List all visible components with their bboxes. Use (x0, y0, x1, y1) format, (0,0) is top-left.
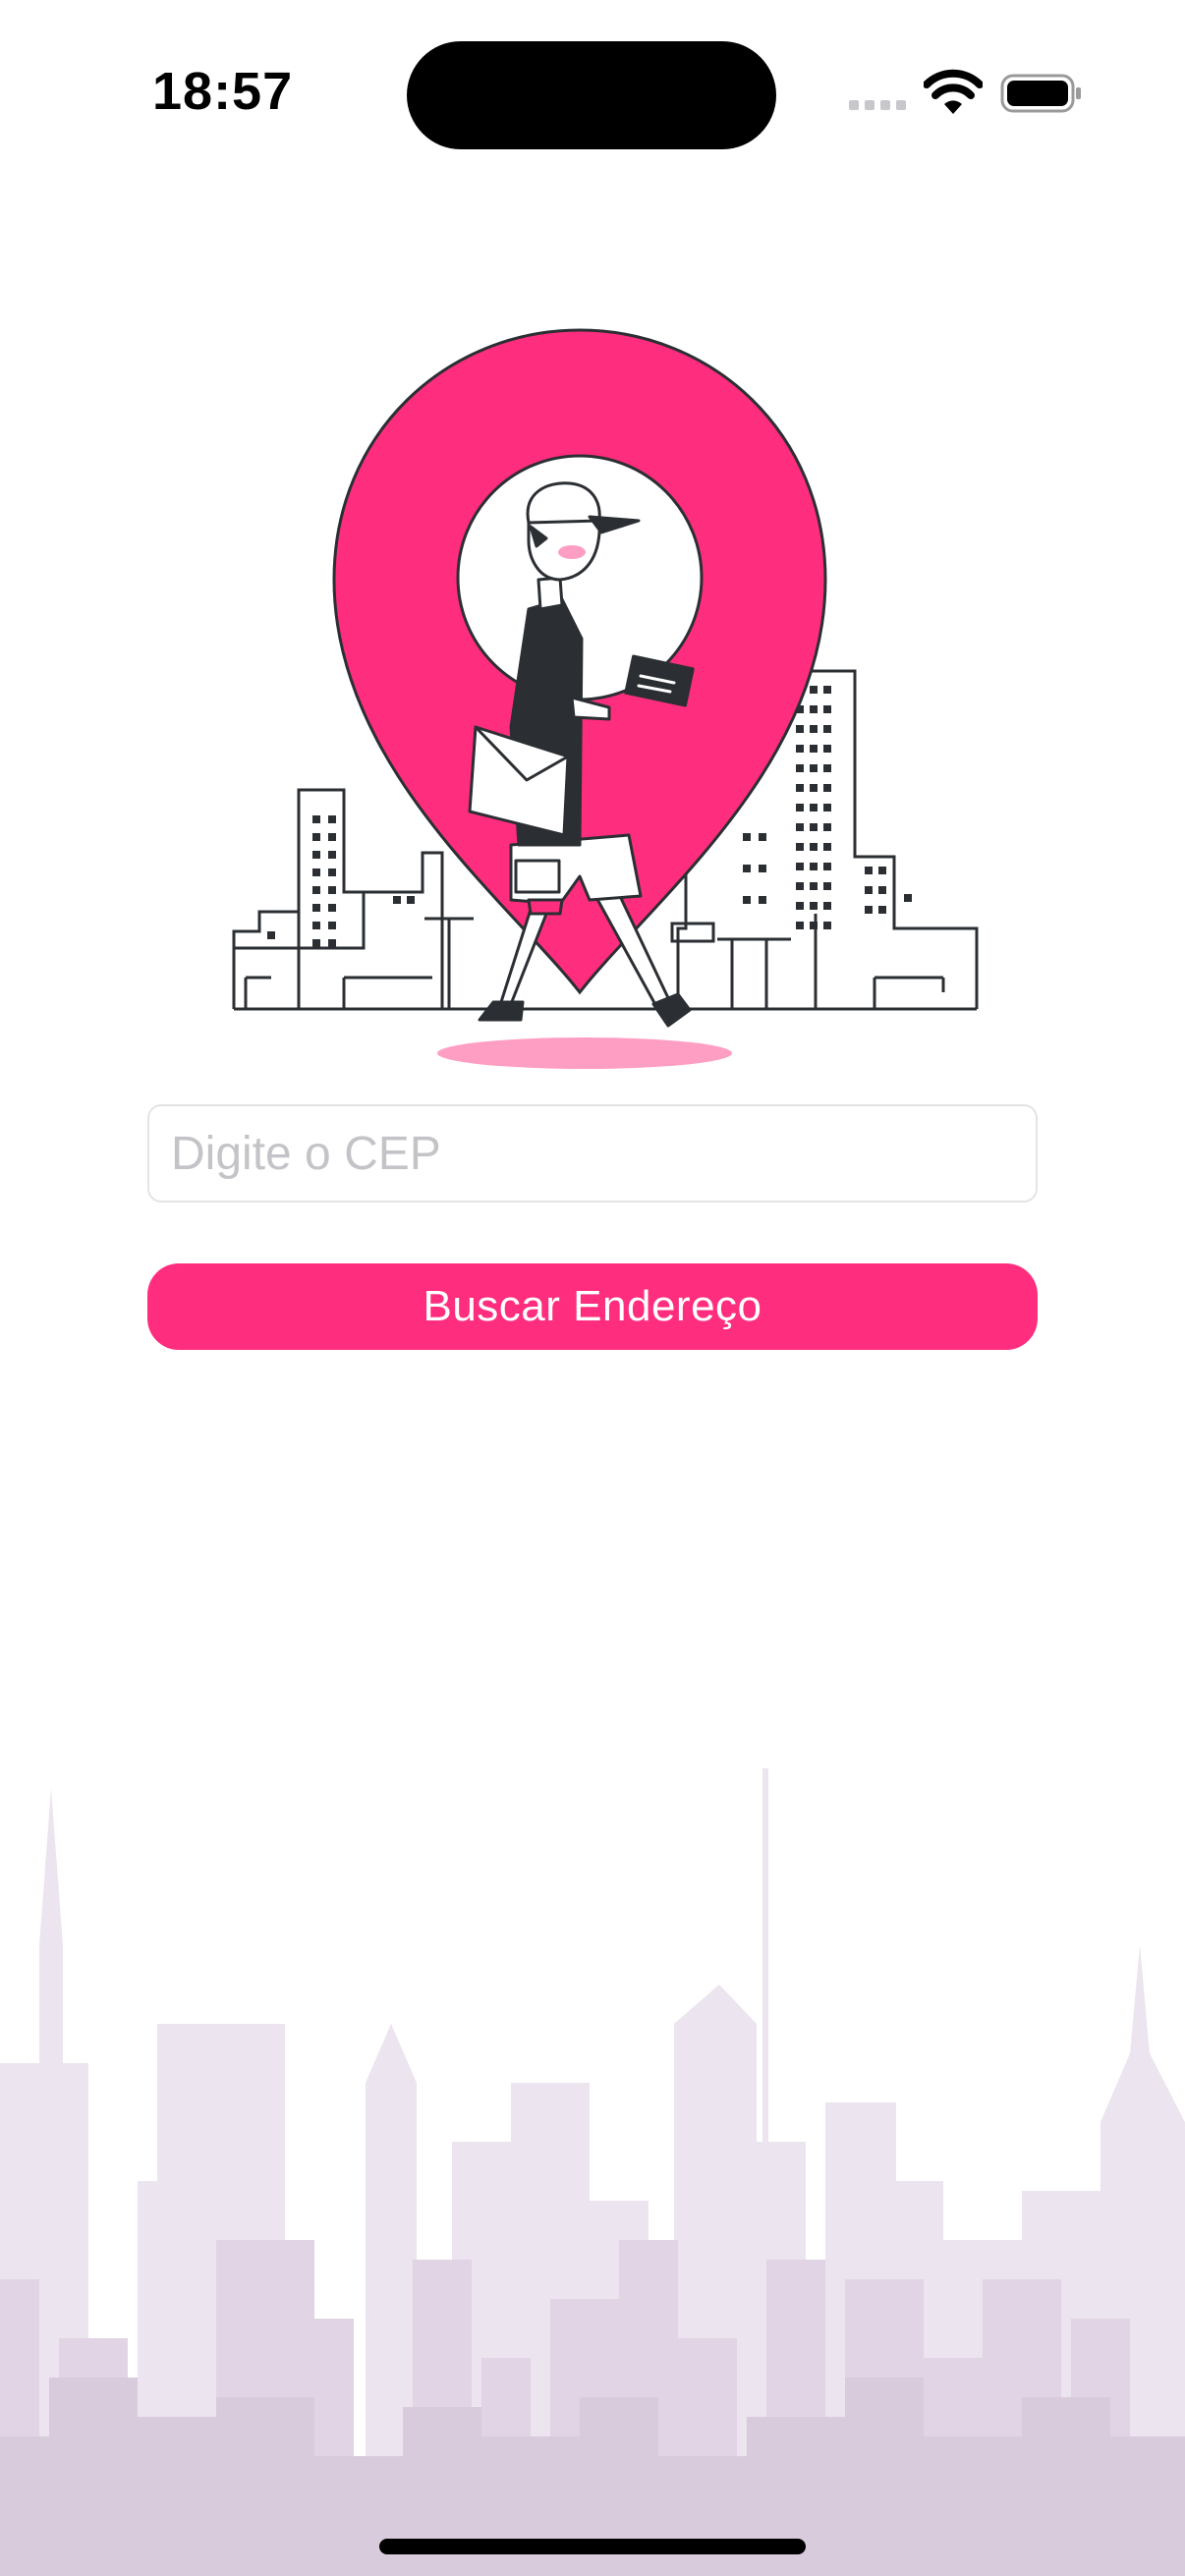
battery-icon (1000, 74, 1081, 113)
status-time: 18:57 (152, 62, 294, 121)
search-address-button[interactable]: Buscar Endereço (147, 1263, 1038, 1350)
cellular-signal-icon (849, 100, 906, 110)
cep-search-screen: 18:57 Digite o CEP Buscar Endereço (0, 0, 1185, 2576)
wifi-icon (924, 69, 983, 114)
dynamic-island (407, 41, 776, 149)
delivery-person-map-pin-illustration (232, 328, 979, 1069)
cep-input[interactable] (147, 1104, 1038, 1203)
city-skyline-background (0, 1768, 1185, 2576)
home-indicator[interactable] (379, 2539, 806, 2554)
